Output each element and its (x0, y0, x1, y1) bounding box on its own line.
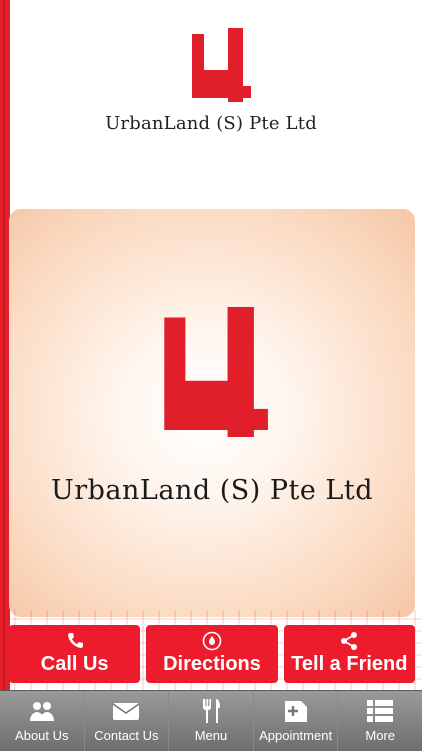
urbanland-logo-mark-large (164, 307, 268, 437)
tab-about-us[interactable]: About Us (0, 691, 85, 751)
tell-a-friend-label: Tell a Friend (291, 653, 408, 675)
urbanland-logo-mark (192, 28, 251, 102)
people-icon (28, 697, 56, 725)
tab-menu-label: Menu (194, 728, 228, 743)
tab-contact-us-label: Contact Us (94, 728, 159, 743)
tab-menu[interactable]: Menu (169, 691, 254, 751)
share-icon (339, 631, 359, 651)
tab-contact-us[interactable]: Contact Us (85, 691, 170, 751)
tab-more[interactable]: More (338, 691, 422, 751)
envelope-icon (112, 697, 140, 725)
tab-appointment-label: Appointment (259, 728, 333, 743)
bottom-tab-bar: About Us Contact Us Menu Appointment Mor… (0, 690, 422, 751)
hero-company-name: UrbanLand (S) Pte Ltd (50, 475, 373, 506)
directions-button[interactable]: Directions (146, 625, 278, 683)
tab-about-us-label: About Us (15, 728, 69, 743)
call-us-label: Call Us (40, 653, 109, 675)
fork-knife-icon (199, 697, 223, 725)
tell-a-friend-button[interactable]: Tell a Friend (283, 625, 415, 683)
header-logo: UrbanLand (S) Pte Ltd (0, 0, 422, 200)
hero-card: UrbanLand (S) Pte Ltd (9, 209, 415, 617)
action-bar: Call Us Directions Tell a Friend (9, 625, 415, 683)
header-company-name: UrbanLand (S) Pte Ltd (105, 113, 317, 134)
tab-appointment[interactable]: Appointment (254, 691, 339, 751)
location-pin-icon (202, 631, 222, 651)
calendar-add-icon (283, 697, 309, 725)
directions-label: Directions (163, 653, 261, 675)
call-us-button[interactable]: Call Us (9, 625, 141, 683)
tab-more-label: More (365, 728, 395, 743)
phone-icon (67, 631, 83, 651)
list-icon (366, 697, 394, 725)
